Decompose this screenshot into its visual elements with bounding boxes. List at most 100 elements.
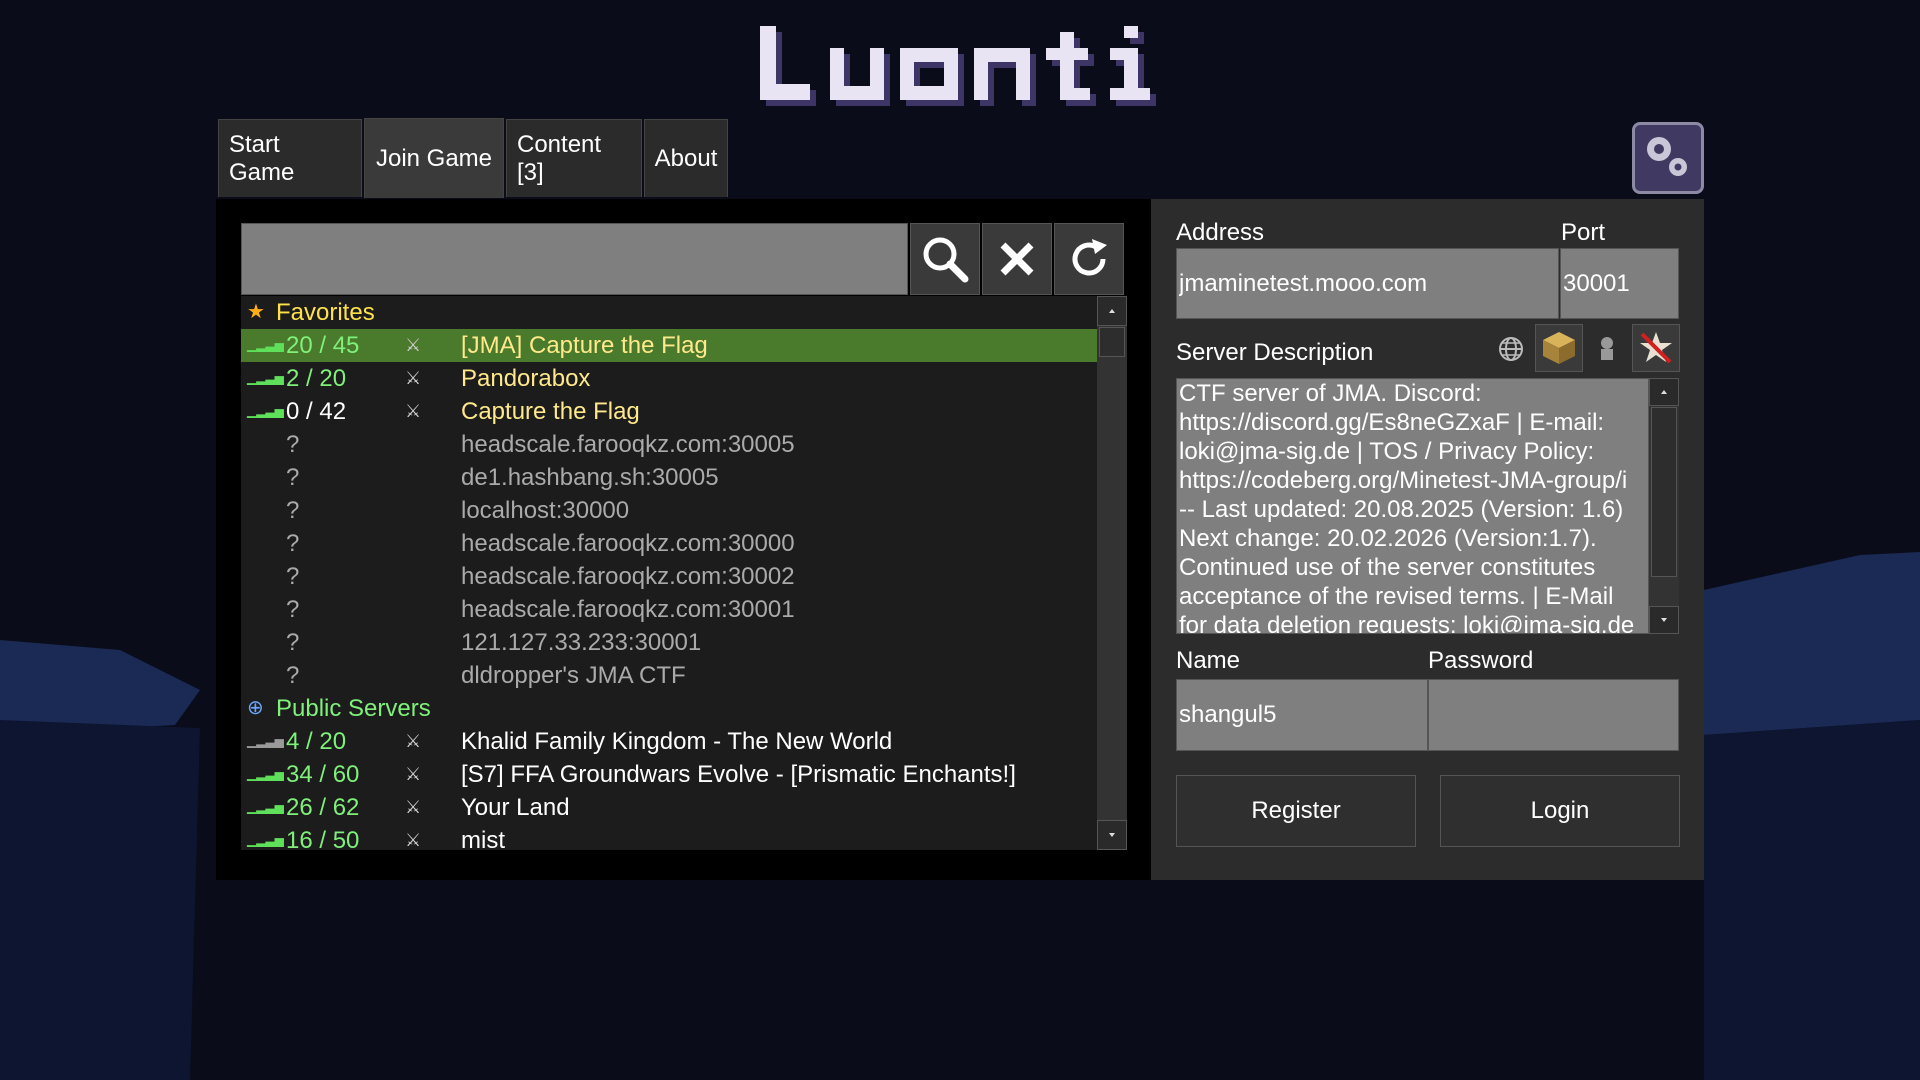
arrow-down-icon <box>1109 833 1115 837</box>
scroll-up-button[interactable] <box>1097 296 1127 326</box>
server-name: Khalid Family Kingdom - The New World <box>461 728 893 755</box>
settings-button[interactable] <box>1632 122 1704 194</box>
ping-weak-icon: ▁▂▃▅ <box>247 734 284 748</box>
server-row[interactable]: ? de1.hashbang.sh:30005 <box>241 461 1097 494</box>
server-row[interactable]: ▁▂▃▅ 4 / 20 ⚔ Khalid Family Kingdom - Th… <box>241 725 1097 758</box>
server-description-label: Server Description <box>1176 339 1374 366</box>
search-button[interactable] <box>910 223 980 295</box>
arrow-up-icon <box>1109 309 1115 313</box>
pvp-swords-icon: ⚔ <box>405 830 422 850</box>
ping-good-icon: ▁▂▃▅ <box>247 833 284 847</box>
globe-icon: ⊕ <box>247 697 264 719</box>
refresh-button[interactable] <box>1054 223 1124 295</box>
server-row[interactable]: ▁▂▃▅ 0 / 42 ⚔ Capture the Flag <box>241 395 1097 428</box>
server-name: [JMA] Capture the Flag <box>461 332 708 359</box>
server-name: [S7] FFA Groundwars Evolve - [Prismatic … <box>461 761 1016 788</box>
player-count: ? <box>286 464 300 491</box>
server-row[interactable]: ? headscale.farooqkz.com:30001 <box>241 593 1097 626</box>
tab-content[interactable]: Content [3] <box>506 119 642 197</box>
address-label: Address <box>1176 219 1265 246</box>
pvp-swords-icon: ⚔ <box>405 764 422 784</box>
player-count: 20 / 45 <box>286 332 360 359</box>
ping-good-icon: ▁▂▃▅ <box>247 767 284 781</box>
damage-off-icon <box>1592 334 1622 364</box>
favorite-remove-icon <box>1640 332 1672 364</box>
name-input[interactable] <box>1176 679 1428 751</box>
player-count: 34 / 60 <box>286 761 360 788</box>
password-label: Password <box>1428 647 1534 674</box>
creative-mode-icon <box>1535 324 1583 372</box>
star-icon: ★ <box>247 301 265 323</box>
server-row[interactable]: ▁▂▃▅ 2 / 20 ⚔ Pandorabox <box>241 362 1097 395</box>
player-count: ? <box>286 563 300 590</box>
server-name: de1.hashbang.sh:30005 <box>461 464 719 491</box>
player-count: ? <box>286 596 300 623</box>
scroll-thumb[interactable] <box>1651 407 1677 577</box>
player-count: 26 / 62 <box>286 794 360 821</box>
description-scrollbar[interactable] <box>1649 378 1679 634</box>
login-button[interactable]: Login <box>1440 775 1680 847</box>
server-row[interactable]: ? headscale.farooqkz.com:30005 <box>241 428 1097 461</box>
server-name: mist <box>461 827 505 850</box>
tab-start-game[interactable]: Start Game <box>218 119 362 197</box>
server-row[interactable]: ▁▂▃▅ 26 / 62 ⚔ Your Land <box>241 791 1097 824</box>
server-name: localhost:30000 <box>461 497 630 524</box>
favorites-label: Favorites <box>276 299 375 326</box>
server-name: Pandorabox <box>461 365 591 392</box>
globe-icon <box>1496 334 1526 364</box>
player-count: ? <box>286 629 300 656</box>
refresh-icon <box>1072 239 1107 276</box>
scroll-up-button[interactable] <box>1649 378 1679 406</box>
password-input[interactable] <box>1428 679 1679 751</box>
player-count: ? <box>286 431 300 458</box>
public-servers-label: Public Servers <box>276 695 431 722</box>
port-input[interactable] <box>1560 248 1679 319</box>
server-row[interactable]: ? dldropper's JMA CTF <box>241 659 1097 692</box>
server-name: dldropper's JMA CTF <box>461 662 686 689</box>
scroll-down-button[interactable] <box>1097 820 1127 850</box>
server-list-scrollbar[interactable] <box>1097 296 1127 850</box>
name-label: Name <box>1176 647 1241 674</box>
server-row[interactable]: ▁▂▃▅ 16 / 50 ⚔ mist <box>241 824 1097 850</box>
player-count: 4 / 20 <box>286 728 347 755</box>
server-row[interactable]: ▁▂▃▅ 20 / 45 ⚔ [JMA] Capture the Flag <box>241 329 1097 362</box>
player-count: 16 / 50 <box>286 827 360 850</box>
server-name: headscale.farooqkz.com:30000 <box>461 530 795 557</box>
scroll-down-button[interactable] <box>1649 606 1679 634</box>
search-input[interactable] <box>241 223 908 295</box>
search-bar <box>241 223 1126 295</box>
ping-good-icon: ▁▂▃▅ <box>247 404 284 418</box>
tab-join-game[interactable]: Join Game <box>364 118 504 198</box>
server-name: Capture the Flag <box>461 398 640 425</box>
tab-about[interactable]: About <box>644 119 728 197</box>
server-name: headscale.farooqkz.com:30001 <box>461 596 795 623</box>
arrow-down-icon <box>1661 618 1667 622</box>
server-row[interactable]: ▁▂▃▅ 34 / 60 ⚔ [S7] FFA Groundwars Evolv… <box>241 758 1097 791</box>
register-button[interactable]: Register <box>1176 775 1416 847</box>
remove-favorite-button[interactable] <box>1632 324 1680 372</box>
gears-icon <box>1647 137 1687 176</box>
player-count: ? <box>286 497 300 524</box>
player-count: ? <box>286 530 300 557</box>
server-name: 121.127.33.233:30001 <box>461 629 702 656</box>
server-row[interactable]: ? headscale.farooqkz.com:30002 <box>241 560 1097 593</box>
server-name: Your Land <box>461 794 570 821</box>
server-list[interactable]: ★ Favorites ▁▂▃▅ 20 / 45 ⚔ [JMA] Capture… <box>241 296 1097 850</box>
server-row[interactable]: ? localhost:30000 <box>241 494 1097 527</box>
ping-good-icon: ▁▂▃▅ <box>247 800 284 814</box>
ping-good-icon: ▁▂▃▅ <box>247 371 284 385</box>
pvp-swords-icon: ⚔ <box>405 797 422 817</box>
server-row[interactable]: ? headscale.farooqkz.com:30000 <box>241 527 1097 560</box>
pvp-swords-icon: ⚔ <box>405 731 422 751</box>
player-count: 0 / 42 <box>286 398 347 425</box>
clear-search-button[interactable] <box>982 223 1052 295</box>
arrow-up-icon <box>1661 390 1667 394</box>
server-description-box[interactable]: CTF server of JMA. Discord: https://disc… <box>1176 378 1649 634</box>
scroll-thumb[interactable] <box>1099 327 1125 357</box>
server-row[interactable]: ? 121.127.33.233:30001 <box>241 626 1097 659</box>
ping-good-icon: ▁▂▃▅ <box>247 338 284 352</box>
main-tabs: Start Game Join Game Content [3] About <box>218 118 730 199</box>
address-input[interactable] <box>1176 248 1559 319</box>
pvp-swords-icon: ⚔ <box>405 401 422 421</box>
luanti-logo <box>760 26 1156 106</box>
